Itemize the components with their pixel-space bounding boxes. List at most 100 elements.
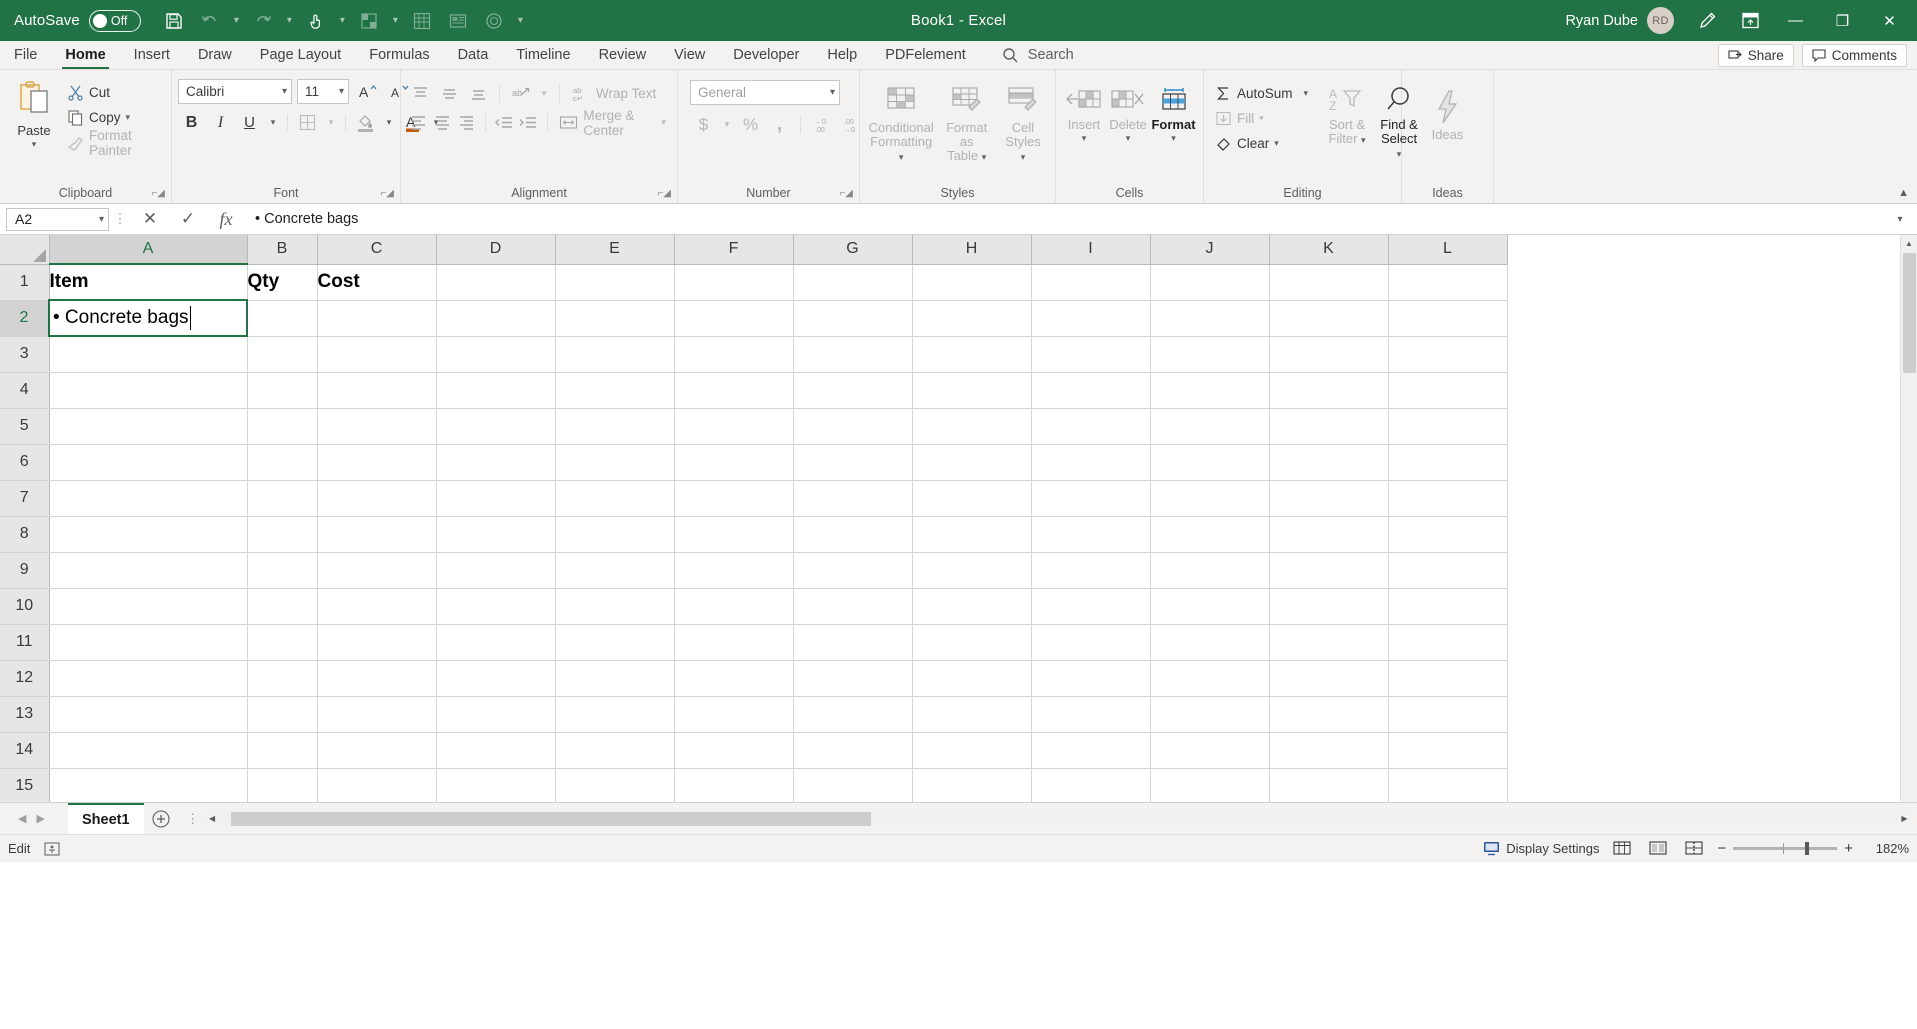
cell-D2[interactable] <box>436 300 556 337</box>
copy-button[interactable]: Copy ▾ <box>62 105 165 130</box>
number-format-caret-icon[interactable]: ▾ <box>830 87 835 98</box>
share-button[interactable]: Share <box>1717 43 1794 67</box>
cell-J15[interactable] <box>1150 768 1270 802</box>
cell-B15[interactable] <box>247 768 318 802</box>
cell-J7[interactable] <box>1150 480 1270 517</box>
cell-J8[interactable] <box>1150 516 1270 553</box>
cell-B2[interactable] <box>247 300 318 337</box>
cell-A14[interactable] <box>49 732 248 769</box>
insert-cells-button[interactable]: Insert ▾ <box>1062 83 1106 144</box>
cell-I13[interactable] <box>1031 696 1151 733</box>
row-header-12[interactable]: 12 <box>0 660 50 697</box>
italic-button[interactable]: I <box>207 110 234 135</box>
cell-F8[interactable] <box>674 516 794 553</box>
cell-K4[interactable] <box>1269 372 1389 409</box>
tab-help[interactable]: Help <box>813 41 871 69</box>
cell-E3[interactable] <box>555 336 675 373</box>
cell-K7[interactable] <box>1269 480 1389 517</box>
zoom-level[interactable]: 182% <box>1863 841 1909 856</box>
align-bottom-button[interactable] <box>465 81 492 106</box>
borders-dropdown-caret-icon[interactable]: ▾ <box>323 110 339 135</box>
cell-B6[interactable] <box>247 444 318 481</box>
cell-A7[interactable] <box>49 480 248 517</box>
cell-I14[interactable] <box>1031 732 1151 769</box>
column-header-b[interactable]: B <box>247 235 318 265</box>
column-header-k[interactable]: K <box>1269 235 1389 265</box>
row-header-10[interactable]: 10 <box>0 588 50 625</box>
cell-E9[interactable] <box>555 552 675 589</box>
select-all-corner[interactable] <box>0 235 50 265</box>
cell-F12[interactable] <box>674 660 794 697</box>
cell-K12[interactable] <box>1269 660 1389 697</box>
page-layout-view-icon[interactable] <box>1645 838 1671 860</box>
column-header-e[interactable]: E <box>555 235 675 265</box>
cell-A13[interactable] <box>49 696 248 733</box>
cell-I12[interactable] <box>1031 660 1151 697</box>
undo-icon[interactable] <box>193 6 227 36</box>
cell-J5[interactable] <box>1150 408 1270 445</box>
cell-J3[interactable] <box>1150 336 1270 373</box>
print-preview-icon[interactable] <box>441 6 475 36</box>
font-dialog-launcher[interactable]: ⌐◢ <box>380 188 394 199</box>
cell-C12[interactable] <box>317 660 437 697</box>
cell-D10[interactable] <box>436 588 556 625</box>
align-top-button[interactable] <box>407 81 434 106</box>
cell-D8[interactable] <box>436 516 556 553</box>
format-painter-button[interactable]: Format Painter <box>62 128 165 158</box>
cell-D14[interactable] <box>436 732 556 769</box>
conditional-formatting-button[interactable]: Conditional Formatting ▾ <box>866 81 936 164</box>
increase-decimal-button[interactable]: ←0.00 <box>808 112 835 137</box>
row-header-14[interactable]: 14 <box>0 732 50 769</box>
grow-font-button[interactable]: A <box>354 79 381 104</box>
cell-L15[interactable] <box>1388 768 1508 802</box>
cell-G9[interactable] <box>793 552 913 589</box>
row-header-15[interactable]: 15 <box>0 768 50 802</box>
paste-dropdown-caret-icon[interactable]: ▾ <box>32 139 37 150</box>
new-icon[interactable] <box>352 6 386 36</box>
cell-D6[interactable] <box>436 444 556 481</box>
cell-styles-button[interactable]: Cell Styles ▾ <box>997 81 1049 164</box>
cell-E7[interactable] <box>555 480 675 517</box>
cell-K14[interactable] <box>1269 732 1389 769</box>
cell-H15[interactable] <box>912 768 1032 802</box>
tab-view[interactable]: View <box>660 41 719 69</box>
column-header-d[interactable]: D <box>436 235 556 265</box>
column-header-c[interactable]: C <box>317 235 437 265</box>
cell-G1[interactable] <box>793 264 913 301</box>
cell-E4[interactable] <box>555 372 675 409</box>
horizontal-scrollbar[interactable] <box>220 810 1896 827</box>
font-size-input[interactable]: 11 ▾ <box>297 79 349 104</box>
cell-H13[interactable] <box>912 696 1032 733</box>
cell-K2[interactable] <box>1269 300 1389 337</box>
cell-K15[interactable] <box>1269 768 1389 802</box>
vertical-scrollbar[interactable]: ▲ <box>1900 235 1917 802</box>
currency-button[interactable]: $ <box>690 112 717 137</box>
merge-center-dropdown-caret-icon[interactable]: ▾ <box>661 117 666 128</box>
cell-H2[interactable] <box>912 300 1032 337</box>
tab-developer[interactable]: Developer <box>719 41 813 69</box>
column-header-f[interactable]: F <box>674 235 794 265</box>
cell-K9[interactable] <box>1269 552 1389 589</box>
cell-L9[interactable] <box>1388 552 1508 589</box>
row-header-11[interactable]: 11 <box>0 624 50 661</box>
cell-H12[interactable] <box>912 660 1032 697</box>
cell-A3[interactable] <box>49 336 248 373</box>
cell-B9[interactable] <box>247 552 318 589</box>
cell-A1[interactable]: Item <box>49 264 248 301</box>
cell-C6[interactable] <box>317 444 437 481</box>
cell-A9[interactable] <box>49 552 248 589</box>
cell-G6[interactable] <box>793 444 913 481</box>
comments-button[interactable]: Comments <box>1801 43 1907 67</box>
column-header-g[interactable]: G <box>793 235 913 265</box>
cell-K3[interactable] <box>1269 336 1389 373</box>
confirm-edit-icon[interactable]: ✓ <box>169 206 207 232</box>
underline-dropdown-caret-icon[interactable]: ▾ <box>265 110 281 135</box>
cell-J6[interactable] <box>1150 444 1270 481</box>
cell-G12[interactable] <box>793 660 913 697</box>
wrap-text-button[interactable]: ab c↵ Wrap Text <box>567 81 661 106</box>
cell-F10[interactable] <box>674 588 794 625</box>
cell-B7[interactable] <box>247 480 318 517</box>
formula-bar-grip[interactable]: ⋮ <box>109 211 131 227</box>
font-name-caret-icon[interactable]: ▾ <box>282 86 287 97</box>
row-header-8[interactable]: 8 <box>0 516 50 553</box>
